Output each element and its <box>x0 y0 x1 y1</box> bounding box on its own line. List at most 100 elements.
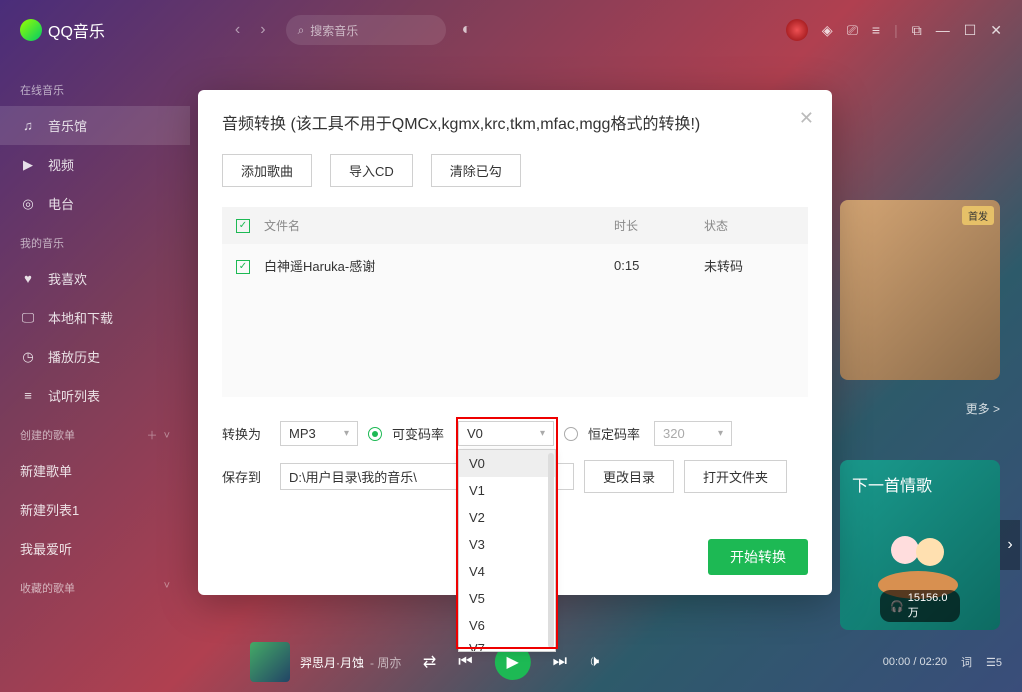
sidebar-item-radio[interactable]: ◎电台 <box>0 184 190 223</box>
list-icon: ≡ <box>20 388 36 403</box>
cbr-label: 恒定码率 <box>588 424 640 443</box>
sidebar-item-favorites[interactable]: ♥我喜欢 <box>0 259 190 298</box>
cell-filename: 白神遥Haruka-感谢 <box>264 256 614 275</box>
sidebar-item-local[interactable]: 🖵本地和下载 <box>0 298 190 337</box>
mini-mode-button[interactable]: ⧉ <box>912 22 922 39</box>
dropdown-option[interactable]: V1 <box>459 477 555 504</box>
video-icon: ▶ <box>20 157 36 173</box>
dropdown-option[interactable]: V5 <box>459 585 555 612</box>
skin-icon[interactable]: ⎚ <box>847 22 858 39</box>
headphone-icon: 🎧 <box>890 600 904 613</box>
change-dir-button[interactable]: 更改目录 <box>584 460 674 493</box>
dropdown-option[interactable]: V4 <box>459 558 555 585</box>
nav-forward-button[interactable]: › <box>260 21 265 39</box>
maximize-button[interactable]: ☐ <box>964 22 977 39</box>
recommendation-card[interactable]: 下一首情歌 🎧 15156.0万 <box>840 460 1000 630</box>
carousel-next-button[interactable]: › <box>1000 520 1020 570</box>
cell-duration: 0:15 <box>614 258 704 273</box>
chevron-down-icon: ▾ <box>344 428 349 439</box>
sidebar-playlist-item[interactable]: 新建列表1 <box>0 490 190 529</box>
chevron-down-icon: ▾ <box>540 428 545 439</box>
premiere-badge: 首发 <box>962 206 994 225</box>
sidebar-item-video[interactable]: ▶视频 <box>0 145 190 184</box>
cbr-bitrate-select[interactable]: 320▾ <box>654 421 732 446</box>
sidebar-item-music-hall[interactable]: ♫音乐馆 <box>0 106 190 145</box>
minimize-button[interactable]: — <box>936 22 950 38</box>
monitor-icon: 🖵 <box>20 310 36 326</box>
nav-back-button[interactable]: ‹ <box>235 21 240 39</box>
add-song-button[interactable]: 添加歌曲 <box>222 154 312 187</box>
sidebar-group-online: 在线音乐 <box>0 70 190 106</box>
search-icon: ⌕ <box>298 23 305 38</box>
clock-icon: ◷ <box>20 349 36 365</box>
more-link[interactable]: 更多 > <box>966 400 1000 417</box>
row-checkbox[interactable]: ✓ <box>236 257 264 274</box>
app-logo: QQ音乐 <box>20 18 105 42</box>
scrollbar[interactable] <box>548 453 554 648</box>
select-all-checkbox[interactable]: ✓ <box>236 217 264 234</box>
convert-to-label: 转换为 <box>222 424 270 443</box>
radio-icon: ◎ <box>20 196 36 212</box>
playlist-button[interactable]: ☰5 <box>986 656 1002 669</box>
th-duration: 时长 <box>614 217 704 234</box>
dropdown-option[interactable]: V3 <box>459 531 555 558</box>
track-artist[interactable]: - 周亦 <box>370 654 401 671</box>
expand-collected-button[interactable]: ˅ <box>164 580 170 596</box>
next-track-button[interactable]: ⏭ <box>553 653 567 671</box>
search-placeholder: 搜索音乐 <box>310 22 358 39</box>
sidebar-item-preview[interactable]: ≡试听列表 <box>0 376 190 415</box>
sidebar-playlist-item[interactable]: 新建歌单 <box>0 451 190 490</box>
th-status: 状态 <box>704 217 794 234</box>
vbr-radio[interactable] <box>368 427 382 441</box>
user-avatar[interactable] <box>786 19 808 41</box>
vbr-quality-select[interactable]: V0▾ <box>458 421 554 446</box>
file-table: ✓ 文件名 时长 状态 ✓ 白神遥Haruka-感谢 0:15 未转码 <box>222 207 808 397</box>
dropdown-option[interactable]: V2 <box>459 504 555 531</box>
divider: | <box>894 22 898 38</box>
sidebar-group-created: 创建的歌单 ＋ ˅ <box>0 415 190 451</box>
heart-icon: ♥ <box>20 271 36 286</box>
dropdown-option[interactable]: V0 <box>459 450 555 477</box>
play-count-badge: 🎧 15156.0万 <box>880 590 960 622</box>
close-button[interactable]: ✕ <box>990 22 1002 39</box>
music-icon: ♫ <box>20 118 36 133</box>
cell-status: 未转码 <box>704 256 794 275</box>
sidebar: 在线音乐 ♫音乐馆 ▶视频 ◎电台 我的音乐 ♥我喜欢 🖵本地和下载 ◷播放历史… <box>0 60 190 632</box>
titlebar: QQ音乐 ‹ › ⌕ 搜索音乐 ◐ ◈ ⎚ ≡ | ⧉ — ☐ ✕ <box>0 0 1022 60</box>
clear-checked-button[interactable]: 清除已勾 <box>431 154 521 187</box>
dialog-title: 音频转换 (该工具不用于QMCx,kgmx,krc,tkm,mfac,mgg格式… <box>222 110 808 134</box>
vbr-label: 可变码率 <box>392 424 444 443</box>
search-input[interactable]: ⌕ 搜索音乐 <box>286 15 446 45</box>
table-row[interactable]: ✓ 白神遥Haruka-感谢 0:15 未转码 <box>222 244 808 287</box>
lyrics-button[interactable]: 词 <box>961 654 972 670</box>
dialog-close-button[interactable]: ✕ <box>799 108 814 129</box>
time-display: 00:00 / 02:20 <box>883 656 947 668</box>
start-convert-button[interactable]: 开始转换 <box>708 539 808 575</box>
th-filename: 文件名 <box>264 217 614 234</box>
logo-icon <box>20 19 42 41</box>
hero-card[interactable]: 首发 <box>840 200 1000 380</box>
vip-icon[interactable]: ◈ <box>822 22 833 39</box>
audio-convert-dialog: 音频转换 (该工具不用于QMCx,kgmx,krc,tkm,mfac,mgg格式… <box>198 90 832 595</box>
album-thumbnail[interactable] <box>250 642 290 682</box>
volume-button[interactable]: 🕩 <box>589 653 599 671</box>
prev-track-button[interactable]: ⏮ <box>458 653 472 671</box>
history-icon[interactable]: ◐ <box>462 21 472 39</box>
shuffle-button[interactable]: ⇄ <box>423 652 436 672</box>
sidebar-item-history[interactable]: ◷播放历史 <box>0 337 190 376</box>
card-title: 下一首情歌 <box>852 472 988 496</box>
import-cd-button[interactable]: 导入CD <box>330 154 413 187</box>
open-folder-button[interactable]: 打开文件夹 <box>684 460 787 493</box>
format-select[interactable]: MP3▾ <box>280 421 358 446</box>
dropdown-option[interactable]: V7 <box>459 639 555 651</box>
card-illustration <box>860 520 980 600</box>
save-to-label: 保存到 <box>222 467 270 486</box>
chevron-down-icon: ▾ <box>718 428 723 439</box>
add-playlist-button[interactable]: ＋ ˅ <box>146 427 170 443</box>
cbr-radio[interactable] <box>564 427 578 441</box>
dropdown-option[interactable]: V6 <box>459 612 555 639</box>
track-title[interactable]: 羿思月·月蚀 <box>300 654 364 671</box>
sidebar-group-mine: 我的音乐 <box>0 223 190 259</box>
settings-icon[interactable]: ≡ <box>872 22 880 38</box>
sidebar-playlist-item[interactable]: 我最爱听 <box>0 529 190 568</box>
